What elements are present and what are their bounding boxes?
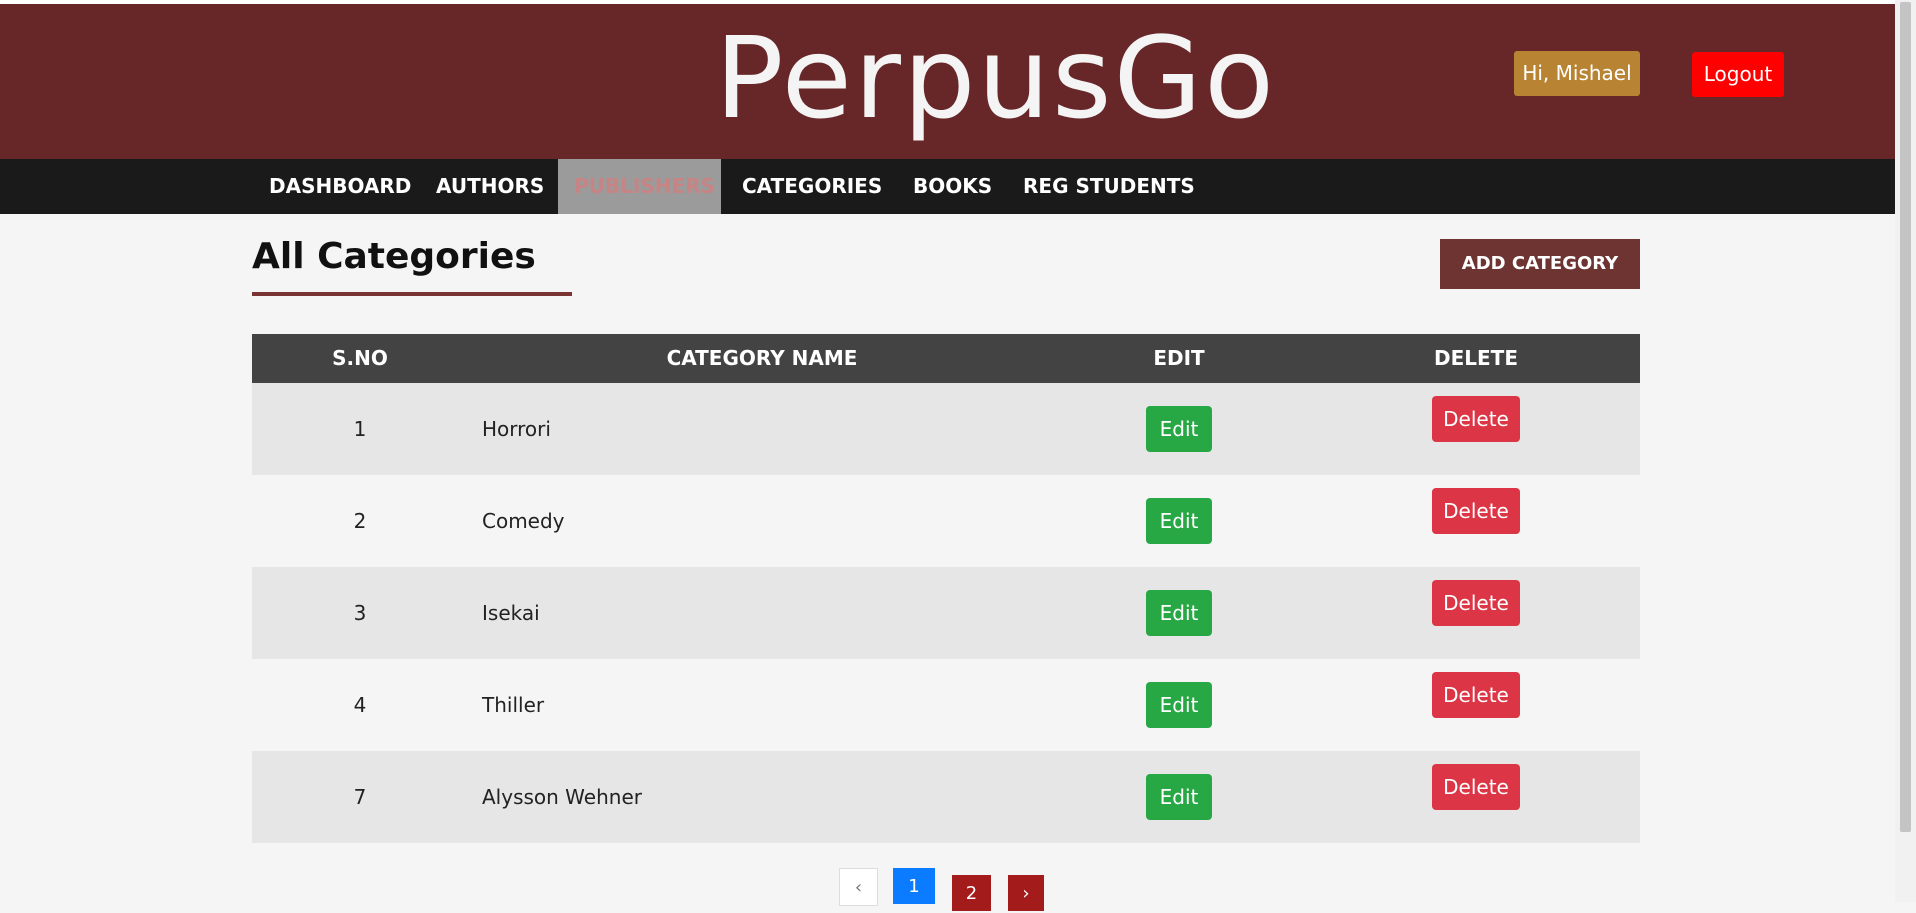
- categories-table: S.NO CATEGORY NAME EDIT DELETE 1 Horrori…: [252, 334, 1640, 843]
- table-row: 4 Thiller Edit Delete: [252, 659, 1640, 751]
- row-category-name: Alysson Wehner: [482, 785, 642, 809]
- page-1-button[interactable]: 1: [893, 868, 935, 904]
- delete-button[interactable]: Delete: [1432, 396, 1520, 442]
- edit-button[interactable]: Edit: [1146, 774, 1212, 820]
- page-2-button[interactable]: 2: [952, 875, 991, 911]
- delete-button[interactable]: Delete: [1432, 672, 1520, 718]
- site-logo[interactable]: PerpusGo: [715, 4, 1274, 154]
- edit-button[interactable]: Edit: [1146, 590, 1212, 636]
- header-delete: DELETE: [1434, 346, 1518, 370]
- site-header: PerpusGo Hi, Mishael Logout: [0, 4, 1895, 159]
- delete-button[interactable]: Delete: [1432, 764, 1520, 810]
- nav-item-reg-students[interactable]: REG STUDENTS: [1023, 159, 1195, 214]
- row-sno: 4: [353, 693, 367, 717]
- row-category-name: Isekai: [482, 601, 540, 625]
- row-sno: 1: [353, 417, 367, 441]
- logout-button[interactable]: Logout: [1692, 52, 1784, 97]
- header-sno: S.NO: [332, 346, 388, 370]
- add-category-button[interactable]: ADD CATEGORY: [1440, 239, 1640, 289]
- pagination: ‹ 1 2 ›: [0, 868, 1895, 911]
- prev-page-button[interactable]: ‹: [839, 868, 878, 906]
- next-page-button[interactable]: ›: [1008, 875, 1044, 911]
- edit-button[interactable]: Edit: [1146, 406, 1212, 452]
- table-row: 7 Alysson Wehner Edit Delete: [252, 751, 1640, 843]
- row-sno: 3: [353, 601, 367, 625]
- nav-item-publishers[interactable]: PUBLISHERS: [558, 159, 721, 214]
- table-row: 1 Horrori Edit Delete: [252, 383, 1640, 475]
- row-category-name: Comedy: [482, 509, 565, 533]
- nav-item-authors[interactable]: AUTHORS: [436, 159, 544, 214]
- row-sno: 2: [353, 509, 367, 533]
- nav-item-categories[interactable]: CATEGORIES: [742, 159, 882, 214]
- main-nav: DASHBOARD AUTHORS PUBLISHERS CATEGORIES …: [0, 159, 1895, 214]
- nav-item-dashboard[interactable]: DASHBOARD: [269, 159, 411, 214]
- table-row: 3 Isekai Edit Delete: [252, 567, 1640, 659]
- delete-button[interactable]: Delete: [1432, 580, 1520, 626]
- edit-button[interactable]: Edit: [1146, 682, 1212, 728]
- table-row: 2 Comedy Edit Delete: [252, 475, 1640, 567]
- row-category-name: Thiller: [482, 693, 545, 717]
- nav-item-books[interactable]: BOOKS: [913, 159, 992, 214]
- header-edit: EDIT: [1153, 346, 1205, 370]
- scrollbar-thumb[interactable]: [1900, 2, 1911, 832]
- header-category-name: CATEGORY NAME: [666, 346, 858, 370]
- user-greeting-button[interactable]: Hi, Mishael: [1514, 51, 1640, 96]
- delete-button[interactable]: Delete: [1432, 488, 1520, 534]
- row-sno: 7: [353, 785, 367, 809]
- table-header: S.NO CATEGORY NAME EDIT DELETE: [252, 334, 1640, 383]
- row-category-name: Horrori: [482, 417, 551, 441]
- title-underline: [252, 292, 572, 296]
- edit-button[interactable]: Edit: [1146, 498, 1212, 544]
- page-title: All Categories: [252, 236, 536, 277]
